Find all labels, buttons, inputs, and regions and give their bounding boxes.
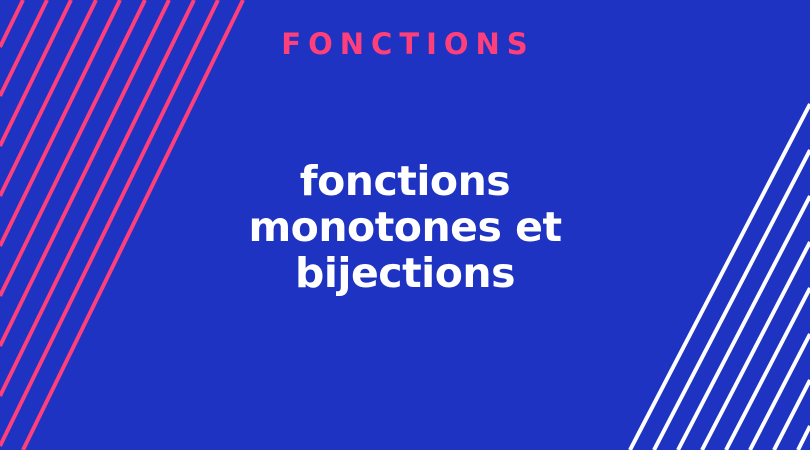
- page-title: fonctions monotones et bijections: [0, 158, 810, 296]
- title-line: fonctions: [299, 157, 511, 205]
- title-line: bijections: [295, 249, 515, 297]
- category-label: FONCTIONS: [281, 27, 535, 61]
- right-stripe: [724, 287, 810, 450]
- right-stripe: [796, 425, 810, 450]
- right-stripe: [748, 333, 810, 450]
- banner: FONCTIONS fonctions monotones et bijecti…: [0, 0, 810, 450]
- title-line: monotones et: [248, 203, 562, 251]
